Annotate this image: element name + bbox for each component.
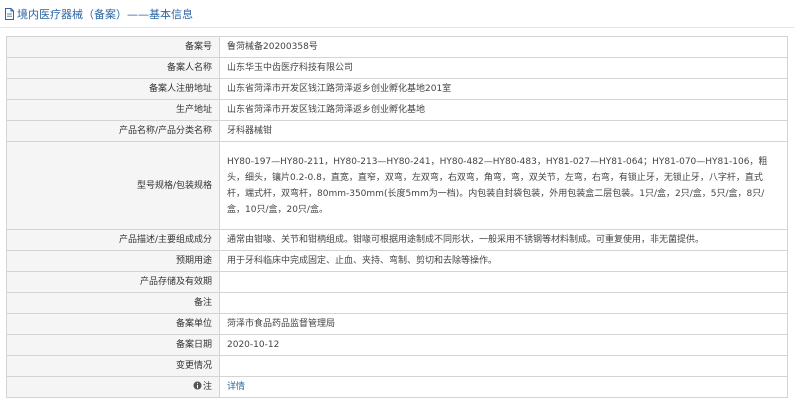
details-link[interactable]: 详情	[227, 382, 245, 392]
row-value: 牙科器械钳	[219, 120, 788, 142]
table-row: 备案人注册地址 山东省菏泽市开发区钱江路菏泽返乡创业孵化基地201室	[6, 78, 788, 100]
row-label: 生产地址	[6, 99, 220, 121]
page-title: 境内医疗器械（备案）——基本信息	[17, 7, 193, 21]
note-label: 注	[6, 376, 220, 398]
row-label: 备案单位	[6, 313, 220, 335]
table-row: 备案人名称 山东华玉中齿医疗科技有限公司	[6, 57, 788, 79]
row-value: 2020-10-12	[219, 334, 788, 356]
table-row: 备案日期 2020-10-12	[6, 334, 788, 356]
page-header: 境内医疗器械（备案）——基本信息	[0, 0, 794, 28]
row-label: 预期用途	[6, 250, 220, 272]
row-value: 山东华玉中齿医疗科技有限公司	[219, 57, 788, 79]
table-row: 备案单位 菏泽市食品药品监督管理局	[6, 313, 788, 335]
table-row: 生产地址 山东省菏泽市开发区钱江路菏泽返乡创业孵化基地	[6, 99, 788, 121]
row-label: 产品存储及有效期	[6, 271, 220, 293]
row-value: HY80-197—HY80-211，HY80-213—HY80-241，HY80…	[219, 141, 788, 230]
note-value: 详情	[219, 376, 788, 398]
row-value: 菏泽市食品药品监督管理局	[219, 313, 788, 335]
row-value: 用于牙科临床中完成固定、止血、夹持、弯制、剪切和去除等操作。	[219, 250, 788, 272]
row-value: 山东省菏泽市开发区钱江路菏泽返乡创业孵化基地201室	[219, 78, 788, 100]
row-label: 备注	[6, 292, 220, 314]
info-icon	[193, 381, 202, 390]
table-row: 变更情况	[6, 355, 788, 377]
table-row: 产品描述/主要组成成分 通常由钳喙、关节和钳柄组成。钳喙可根据用途制成不同形状，…	[6, 229, 788, 251]
table-row: 注 详情	[6, 376, 788, 398]
info-table: 备案号 鲁菏械备20200358号 备案人名称 山东华玉中齿医疗科技有限公司 备…	[6, 36, 788, 398]
row-value: 通常由钳喙、关节和钳柄组成。钳喙可根据用途制成不同形状，一般采用不锈钢等材料制成…	[219, 229, 788, 251]
table-row: 产品名称/产品分类名称 牙科器械钳	[6, 120, 788, 142]
row-label: 变更情况	[6, 355, 220, 377]
row-label: 备案日期	[6, 334, 220, 356]
row-label: 型号规格/包装规格	[6, 141, 220, 230]
row-label: 备案人名称	[6, 57, 220, 79]
table-row: 型号规格/包装规格 HY80-197—HY80-211，HY80-213—HY8…	[6, 141, 788, 230]
document-icon	[4, 7, 15, 20]
row-value: 山东省菏泽市开发区钱江路菏泽返乡创业孵化基地	[219, 99, 788, 121]
note-label-text: 注	[202, 382, 212, 392]
row-label: 备案人注册地址	[6, 78, 220, 100]
row-value	[219, 292, 788, 314]
table-row: 预期用途 用于牙科临床中完成固定、止血、夹持、弯制、剪切和去除等操作。	[6, 250, 788, 272]
table-row: 备注	[6, 292, 788, 314]
row-label: 产品名称/产品分类名称	[6, 120, 220, 142]
table-row: 产品存储及有效期	[6, 271, 788, 293]
row-value: 鲁菏械备20200358号	[219, 36, 788, 58]
table-row: 备案号 鲁菏械备20200358号	[6, 36, 788, 58]
row-value	[219, 271, 788, 293]
row-label: 产品描述/主要组成成分	[6, 229, 220, 251]
row-value	[219, 355, 788, 377]
row-label: 备案号	[6, 36, 220, 58]
